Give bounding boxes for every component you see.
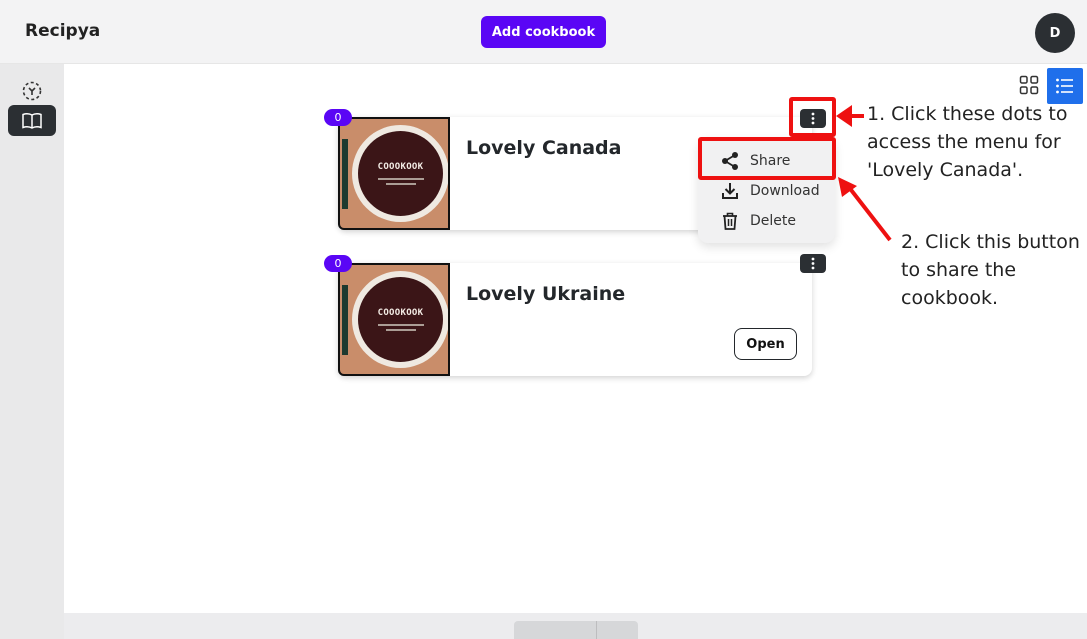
cookbook-menu-button[interactable] [800,254,826,273]
highlight-dots-button [789,97,836,137]
open-cookbook-button[interactable]: Open [734,328,797,360]
cookbook-cover-image: COOOKOOK [338,263,450,376]
grid-view-button[interactable] [1012,68,1046,102]
menu-item-label: Download [750,183,820,199]
annotation-line: access the menu for [867,131,1061,153]
annotation-line: to share the [901,259,1017,281]
arrow-step1 [836,105,864,127]
footer-tab-control[interactable] [514,621,638,639]
cover-text: COOOKOOK [377,308,424,318]
sidebar [0,64,64,639]
cover-strip [342,285,348,355]
recipe-count-badge: 0 [324,255,352,272]
trash-icon [720,211,740,231]
cover-line [385,183,416,185]
more-vertical-icon [811,257,815,270]
annotation-line: 2. Click this button [901,231,1080,253]
book-open-icon [22,112,42,129]
cover-plate-center: COOOKOOK [358,131,443,216]
menu-item-delete[interactable]: Delete [698,207,835,235]
cover-plate: COOOKOOK [352,271,448,368]
annotation-line: cookbook. [901,287,999,309]
cover-plate-center: COOOKOOK [358,277,443,362]
list-icon [1056,78,1073,94]
cookbook-cover-image: COOOKOOK [338,117,450,230]
app-brand[interactable]: Recipya [25,21,100,41]
sidebar-cookbooks-button[interactable] [8,105,56,136]
list-view-button[interactable] [1047,68,1083,104]
cover-text: COOOKOOK [377,162,424,172]
annotation-line: 1. Click these dots to [867,103,1068,125]
menu-item-label: Delete [750,213,796,229]
top-bar: Recipya Add cookbook D [0,0,1087,64]
add-cookbook-button[interactable]: Add cookbook [481,16,606,48]
cover-line [377,178,424,180]
footer-bar [64,613,1087,639]
cover-line [385,329,416,331]
annotation-step1: 1. Click these dots to access the menu f… [867,100,1067,184]
user-avatar[interactable]: D [1035,13,1075,53]
cookbook-title: Lovely Canada [466,137,622,159]
menu-item-download[interactable]: Download [698,177,835,205]
recipe-scan-icon [22,81,42,100]
cookbook-card[interactable]: COOOKOOK 0 Lovely Ukraine Open [324,254,826,376]
cover-plate: COOOKOOK [352,125,448,222]
cover-line [377,324,424,326]
arrow-step2 [838,177,892,242]
annotation-step2: 2. Click this button to share the cookbo… [901,228,1080,312]
download-icon [720,181,740,201]
cover-strip [342,139,348,209]
annotation-line: 'Lovely Canada'. [867,159,1024,181]
cookbook-title: Lovely Ukraine [466,283,626,305]
recipe-count-badge: 0 [324,109,352,126]
sidebar-recipes-button[interactable] [8,75,56,106]
highlight-share-item [698,137,836,180]
grid-icon [1019,75,1039,95]
